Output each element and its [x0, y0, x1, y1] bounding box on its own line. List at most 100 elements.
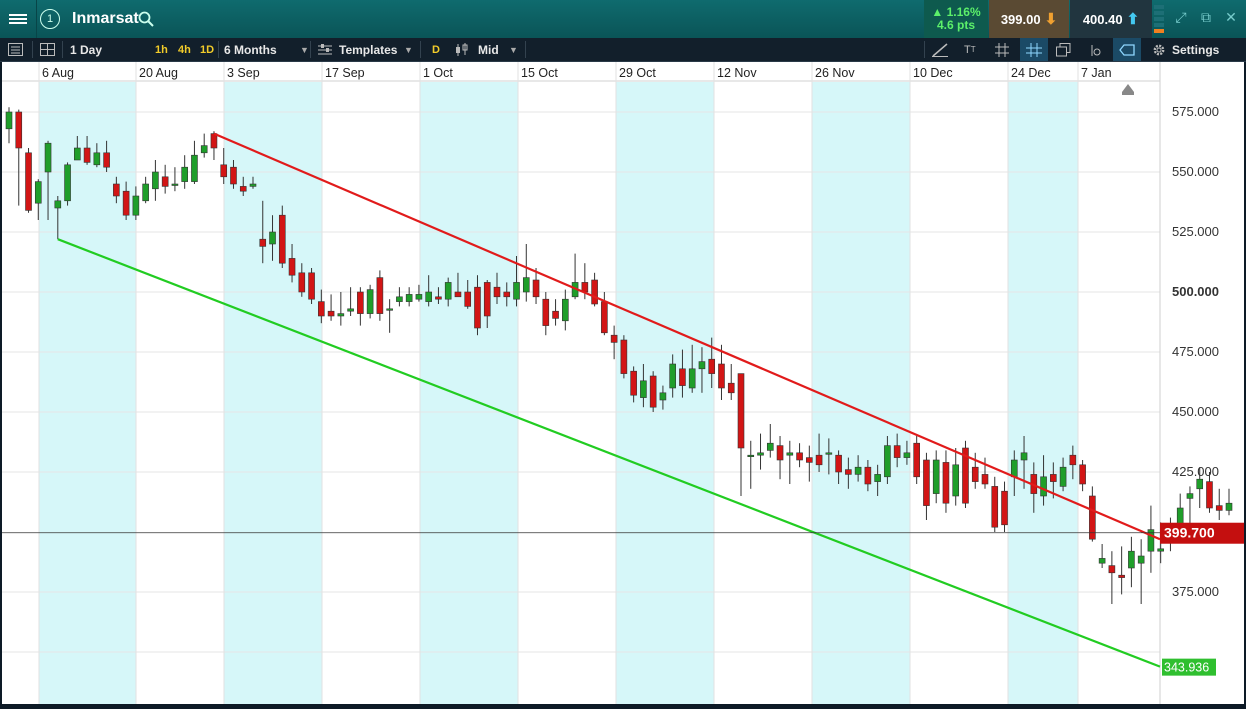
- quick-interval-label: 1D: [200, 43, 215, 56]
- popout-icon[interactable]: ⧉: [1196, 9, 1216, 29]
- price-mode-caret-icon[interactable]: ▼: [509, 38, 518, 61]
- candle-body: [854, 466, 862, 475]
- x-tick-label: 20 Aug: [139, 66, 178, 80]
- candle-body: [845, 469, 852, 475]
- quick-interval-1d[interactable]: 1D: [200, 38, 214, 61]
- candle-body: [415, 294, 423, 300]
- candle-body: [737, 373, 745, 449]
- change-up-arrow-icon: ▲: [931, 5, 944, 19]
- candle-body: [669, 363, 676, 389]
- candle-body: [200, 145, 208, 154]
- templates-caret-icon[interactable]: ▼: [404, 38, 413, 61]
- pin-icon[interactable]: [1088, 38, 1102, 61]
- search-icon[interactable]: [138, 11, 154, 27]
- chart-toolbar: 1 Day 1h 4h 1D 6 Months ▼ Templates ▼ D …: [0, 38, 1246, 62]
- candle-body: [688, 368, 696, 389]
- price-label-icon[interactable]: [1113, 38, 1141, 61]
- x-tick-label: 3 Sep: [227, 66, 260, 80]
- candle-body: [766, 442, 774, 451]
- candlestick-chart[interactable]: 575.000 550.000 525.000 500.000 475.000 450.0…: [2, 62, 1244, 704]
- d-toggle-label: D: [432, 43, 440, 56]
- candle-body: [464, 291, 472, 307]
- candle-body: [923, 459, 930, 506]
- candle-body: [93, 152, 101, 166]
- price-change: ▲ 1.16% 4.6 pts: [924, 0, 988, 38]
- settings-gear-icon[interactable]: [1152, 38, 1166, 61]
- quick-interval-4h[interactable]: 4h: [178, 38, 191, 61]
- candle-body: [171, 183, 179, 186]
- settings-button[interactable]: Settings: [1172, 38, 1219, 61]
- candle-body: [474, 286, 481, 329]
- interval-select[interactable]: 1 Day: [70, 38, 102, 61]
- quick-interval-1h[interactable]: 1h: [155, 38, 168, 61]
- candle-body: [620, 339, 628, 374]
- range-caret-icon[interactable]: ▼: [300, 38, 309, 61]
- x-tick-label: 29 Oct: [619, 66, 656, 80]
- candle-body: [220, 164, 228, 178]
- layout-icon[interactable]: [40, 38, 55, 61]
- candle-body: [83, 147, 91, 163]
- top-bar: 1 Inmarsat ▲ 1.16% 4.6 pts 399.00 ⬇ 400.4…: [0, 0, 1246, 38]
- candle-body: [396, 296, 403, 302]
- quick-interval-label: 1h: [155, 43, 168, 56]
- buy-button[interactable]: 400.40 ⬆: [1070, 0, 1152, 38]
- candle-body: [318, 301, 325, 317]
- x-tick-label: 6 Aug: [42, 66, 74, 80]
- price-mode-label: Mid: [478, 42, 499, 57]
- instrument-title[interactable]: Inmarsat: [72, 10, 139, 28]
- candle-body: [1050, 474, 1057, 482]
- link-badge[interactable]: 1: [38, 0, 62, 38]
- templates-icon[interactable]: [318, 38, 332, 61]
- candle-body: [591, 279, 598, 305]
- y-tick-label: 475.000: [1172, 344, 1219, 359]
- close-icon[interactable]: ✕: [1221, 9, 1241, 29]
- templates-button[interactable]: Templates: [339, 38, 397, 61]
- layers-icon[interactable]: [1056, 38, 1071, 61]
- candle-body: [610, 334, 618, 343]
- y-tick-label: 425.000: [1172, 464, 1219, 479]
- expand-icon[interactable]: ⤢: [1171, 9, 1191, 29]
- candle-body: [34, 181, 42, 204]
- candle-body: [522, 277, 530, 293]
- candle-body: [1215, 505, 1223, 511]
- highlight-band: [812, 82, 910, 704]
- candle-body: [483, 282, 491, 317]
- y-tick-label: 500.000: [1172, 284, 1219, 299]
- candle-body: [952, 464, 960, 497]
- price-mode-select[interactable]: Mid: [478, 38, 499, 61]
- candle-body: [1157, 548, 1164, 552]
- price-chart[interactable]: 575.000 550.000 525.000 500.000 475.000 450.0…: [2, 62, 1244, 704]
- candle-body: [1128, 550, 1135, 569]
- candle-body: [893, 445, 901, 458]
- candle-body: [444, 282, 452, 300]
- candle-body: [747, 454, 755, 458]
- candle-body: [435, 296, 442, 300]
- draw-line-icon[interactable]: [932, 38, 948, 61]
- candle-body: [776, 445, 784, 461]
- list-icon[interactable]: [8, 38, 23, 61]
- candle-body: [269, 231, 276, 245]
- candle-body: [718, 363, 725, 389]
- crosshair-icon[interactable]: [1020, 38, 1048, 61]
- candle-body: [1098, 558, 1106, 564]
- text-tool-icon[interactable]: TT: [964, 38, 976, 61]
- candle-body: [532, 279, 540, 298]
- candle-body: [640, 380, 647, 398]
- candle-body: [1020, 452, 1028, 461]
- interval-label: 1 Day: [70, 42, 103, 57]
- sell-button[interactable]: 399.00 ⬇: [989, 0, 1069, 38]
- range-select[interactable]: 6 Months: [224, 38, 277, 61]
- y-tick-label: 575.000: [1172, 104, 1219, 119]
- menu-icon[interactable]: [0, 0, 37, 38]
- candle-body: [991, 486, 999, 528]
- d-toggle[interactable]: D: [432, 38, 440, 61]
- candle-body: [1196, 478, 1204, 490]
- candle-body: [74, 147, 81, 161]
- grid-icon[interactable]: [995, 38, 1009, 61]
- candle-body: [874, 474, 881, 482]
- candle-body: [230, 166, 237, 185]
- candle-body: [659, 392, 667, 401]
- y-tick-label: 525.000: [1172, 224, 1219, 239]
- candle-type-icon[interactable]: [455, 38, 471, 61]
- candle-body: [1001, 490, 1008, 526]
